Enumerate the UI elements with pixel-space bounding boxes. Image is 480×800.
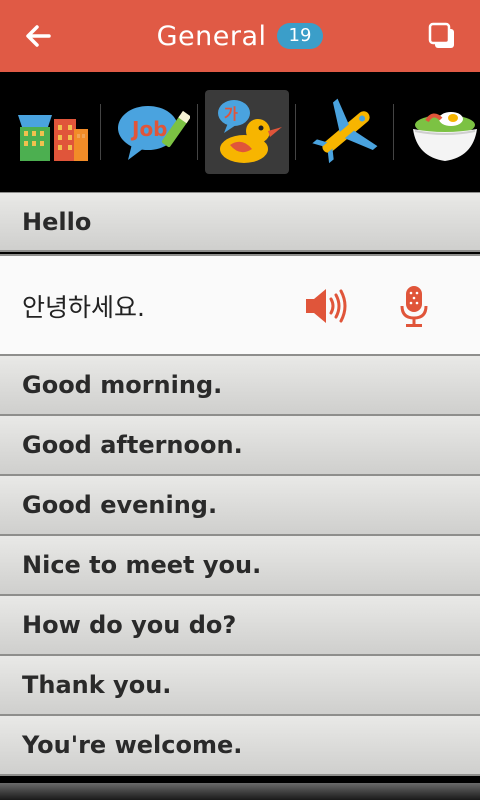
phrase-text: Good afternoon.: [22, 431, 243, 459]
phrase-text: You're welcome.: [22, 731, 243, 759]
korean-translation: 안녕하세요.: [22, 293, 145, 322]
phrase-text: How do you do?: [22, 611, 237, 639]
microphone-icon: [400, 286, 428, 327]
food-bowl-icon: [413, 112, 477, 161]
phrase-count-badge: 19: [276, 23, 324, 49]
page-title: General: [156, 20, 267, 52]
phrase-text: Good evening.: [22, 491, 218, 519]
category-travel[interactable]: [304, 90, 388, 174]
category-job[interactable]: Job: [110, 90, 194, 174]
copy-icon: [428, 22, 454, 48]
phrase-text: Thank you.: [22, 671, 172, 699]
phrase-row-good-evening[interactable]: Good evening.: [0, 476, 480, 536]
phrase-row-good-afternoon[interactable]: Good afternoon.: [0, 416, 480, 476]
category-food[interactable]: [402, 90, 480, 174]
phrase-row-good-morning[interactable]: Good morning.: [0, 356, 480, 416]
bottom-shadow: [0, 783, 480, 800]
phrase-text: Good morning.: [22, 371, 223, 399]
duck-badge-text: 가: [224, 105, 238, 123]
copy-button[interactable]: [424, 18, 460, 54]
phrase-row-thank-you[interactable]: Thank you.: [0, 656, 480, 716]
arrow-left-icon: [26, 25, 51, 47]
phrase-text: Nice to meet you.: [22, 551, 262, 579]
category-bar: Job 가: [0, 72, 480, 192]
back-button[interactable]: [18, 16, 58, 56]
phrase-list: Hello 안녕하세요. Good morning. Good afternoo…: [0, 192, 480, 776]
app-header: General 19: [0, 0, 480, 72]
category-duck[interactable]: 가: [205, 90, 289, 174]
play-audio-button[interactable]: [304, 286, 348, 326]
record-button[interactable]: [398, 284, 430, 328]
phrase-row-youre-welcome[interactable]: You're welcome.: [0, 716, 480, 776]
airplane-icon: [312, 98, 378, 164]
city-icon: [18, 115, 88, 161]
speaker-icon: [306, 289, 347, 323]
phrase-row-how-do-you-do[interactable]: How do you do?: [0, 596, 480, 656]
phrase-text: Hello: [22, 207, 92, 236]
duck-icon: 가: [218, 100, 282, 163]
category-city[interactable]: [12, 90, 96, 174]
phrase-row-nice-to-meet-you[interactable]: Nice to meet you.: [0, 536, 480, 596]
job-speech-bubble-icon: Job: [118, 106, 190, 160]
phrase-row-hello[interactable]: Hello: [0, 192, 480, 252]
phrase-expanded-panel: 안녕하세요.: [0, 254, 480, 356]
job-label: Job: [130, 117, 168, 141]
